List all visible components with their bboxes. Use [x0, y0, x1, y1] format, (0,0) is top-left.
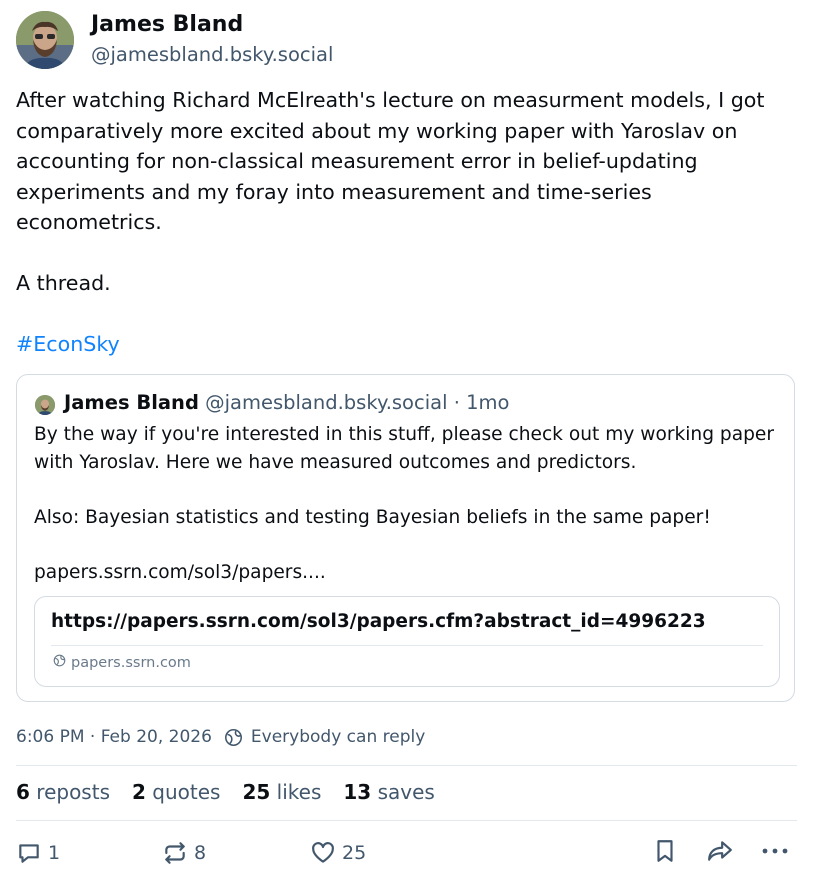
quote-paragraph: By the way if you're interested in this … [34, 424, 774, 473]
quoted-post[interactable]: James Bland @jamesbland.bsky.social · 1m… [16, 374, 795, 702]
share-icon [705, 838, 735, 864]
quote-avatar-photo [35, 395, 55, 415]
globe-icon [53, 653, 66, 673]
link-card-title[interactable]: https://papers.ssrn.com/sol3/papers.cfm?… [51, 607, 706, 637]
reposts-count-link[interactable]: 6 reposts [16, 777, 110, 807]
avatar[interactable] [16, 11, 74, 69]
post-thread-view: James Bland @jamesbland.bsky.social Afte… [0, 0, 813, 883]
divider [16, 820, 797, 821]
link-card-domain: papers.ssrn.com [53, 653, 191, 673]
author-handle[interactable]: @jamesbland.bsky.social [91, 41, 333, 69]
like-icon [310, 840, 336, 866]
share-button[interactable] [705, 838, 735, 864]
more-options-button[interactable] [760, 838, 790, 864]
reply-icon [16, 840, 42, 866]
divider [16, 765, 797, 766]
reply-setting[interactable]: Everybody can reply [251, 724, 425, 750]
saves-count-link[interactable]: 13 saves [343, 777, 434, 807]
reply-count: 1 [48, 842, 61, 864]
like-count: 25 [342, 842, 367, 864]
bookmark-button[interactable] [652, 838, 678, 864]
repost-icon [162, 840, 188, 866]
more-icon [760, 838, 790, 864]
link-card[interactable]: https://papers.ssrn.com/sol3/papers.cfm?… [34, 596, 780, 687]
quote-link-text[interactable]: papers.ssrn.com/sol3/papers.... [34, 559, 779, 587]
post-paragraph: A thread. [16, 271, 111, 295]
quotes-count-link[interactable]: 2 quotes [132, 777, 220, 807]
hashtag-link[interactable]: #EconSky [16, 332, 120, 356]
post-timestamp[interactable]: 6:06 PM · Feb 20, 2026 [16, 724, 212, 750]
reply-button[interactable]: 1 [16, 838, 60, 868]
link-card-domain-text: papers.ssrn.com [71, 655, 191, 671]
repost-button[interactable]: 8 [162, 838, 206, 868]
avatar-photo [16, 11, 74, 69]
quote-text: By the way if you're interested in this … [34, 421, 779, 586]
repost-count: 8 [194, 842, 207, 864]
quote-avatar[interactable] [35, 395, 55, 415]
post-text: After watching Richard McElreath's lectu… [16, 85, 796, 360]
post-paragraph: After watching Richard McElreath's lectu… [16, 88, 765, 234]
engagement-counts: 6 reposts 2 quotes 25 likes 13 saves [16, 777, 435, 807]
globe-reply-icon [224, 728, 243, 747]
like-button[interactable]: 25 [310, 838, 366, 868]
quote-time: 1mo [466, 391, 510, 414]
link-card-divider [51, 645, 763, 646]
author-name[interactable]: James Bland [91, 10, 243, 40]
post-meta: 6:06 PM · Feb 20, 2026 Everybody can rep… [16, 724, 425, 750]
quote-separator: · [453, 391, 460, 414]
bookmark-icon [652, 838, 678, 864]
quote-header: James Bland @jamesbland.bsky.social · 1m… [64, 389, 509, 417]
quote-paragraph: Also: Bayesian statistics and testing Ba… [34, 506, 711, 528]
likes-count-link[interactable]: 25 likes [242, 777, 321, 807]
quote-author-handle[interactable]: @jamesbland.bsky.social [205, 391, 447, 414]
quote-author-name[interactable]: James Bland [64, 391, 199, 414]
